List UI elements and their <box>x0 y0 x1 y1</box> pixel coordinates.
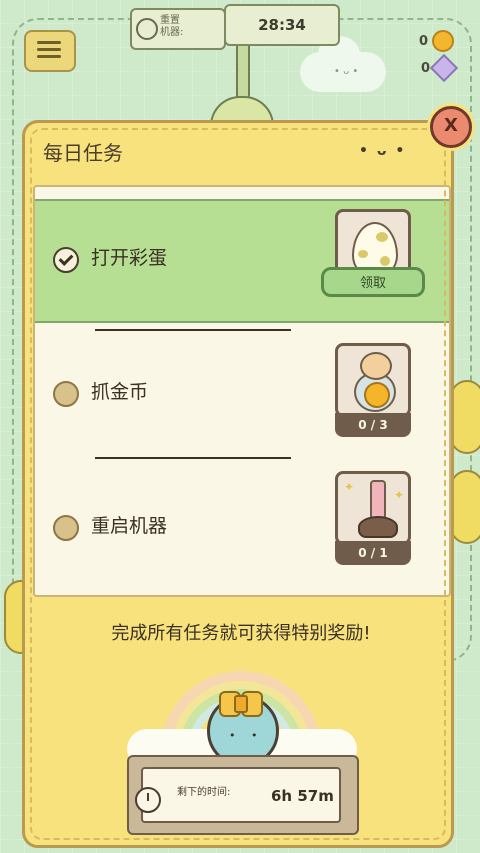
gem-count: 0 <box>420 60 430 76</box>
task-list: 打开彩蛋 领取 抓金币 0 / 3 重启机器 ✦ ✦ 0 / 1 <box>33 185 451 597</box>
hamburger-icon <box>37 41 61 44</box>
clock-icon <box>135 787 161 813</box>
dialog-title: 每日任务 <box>43 141 123 165</box>
task-row-open-egg: 打开彩蛋 领取 <box>35 199 449 323</box>
task-row-catch-coins: 抓金币 0 / 3 <box>35 329 449 449</box>
task-checkbox <box>53 515 79 541</box>
task-label: 抓金币 <box>91 381 149 403</box>
gift-bow-icon <box>219 689 263 719</box>
task-checkbox <box>53 381 79 407</box>
cloud-face-icon: • ᴗ • <box>334 66 359 77</box>
task-label: 重启机器 <box>91 515 168 537</box>
reset-machine-indicator: 重置 机器: <box>130 8 226 50</box>
dialog-face-icon: • ᴗ • <box>359 143 407 159</box>
task-label: 打开彩蛋 <box>91 247 168 269</box>
hamburger-icon-line <box>37 55 61 58</box>
reset-machine-label: 重置 机器: <box>160 15 184 38</box>
side-decoration <box>450 470 480 544</box>
lever-icon <box>356 480 398 540</box>
daily-tasks-dialog: 每日任务 • ᴗ • 打开彩蛋 领取 抓金币 0 / 3 重启机器 ✦ ✦ 0 … <box>22 120 454 848</box>
reward-coin-toy-card <box>335 343 411 417</box>
hamburger-icon-line <box>37 48 61 51</box>
coin-count: 0 <box>418 33 428 49</box>
close-icon: X <box>444 115 458 136</box>
time-remaining-label: 剩下的时间: <box>177 787 231 798</box>
task-progress: 0 / 3 <box>335 413 411 437</box>
menu-button[interactable] <box>24 30 76 72</box>
time-remaining-box: 剩下的时间: 6h 57m <box>141 767 341 823</box>
coin-toy-icon <box>352 352 396 412</box>
coin-counter: 0 <box>419 30 454 52</box>
machine-timer: 28:34 <box>224 4 340 46</box>
time-remaining-panel: 剩下的时间: 6h 57m <box>127 755 359 835</box>
gem-icon <box>429 53 459 83</box>
time-remaining-value: 6h 57m <box>271 787 334 805</box>
claim-button[interactable]: 领取 <box>321 267 425 297</box>
gem-counter: 0 <box>420 53 459 83</box>
reward-lever-card: ✦ ✦ <box>335 471 411 545</box>
task-progress: 0 / 1 <box>335 541 411 565</box>
clock-icon <box>136 18 158 40</box>
orb-face-icon: • • <box>229 729 264 742</box>
cloud-decoration: • ᴗ • <box>300 36 386 92</box>
close-button[interactable]: X <box>430 106 472 148</box>
side-decoration <box>450 380 480 454</box>
task-row-restart-machine: 重启机器 ✦ ✦ 0 / 1 <box>35 459 449 579</box>
coin-icon <box>432 30 454 52</box>
bonus-description: 完成所有任务就可获得特别奖励! <box>111 623 371 644</box>
task-checkbox-checked <box>53 247 79 273</box>
